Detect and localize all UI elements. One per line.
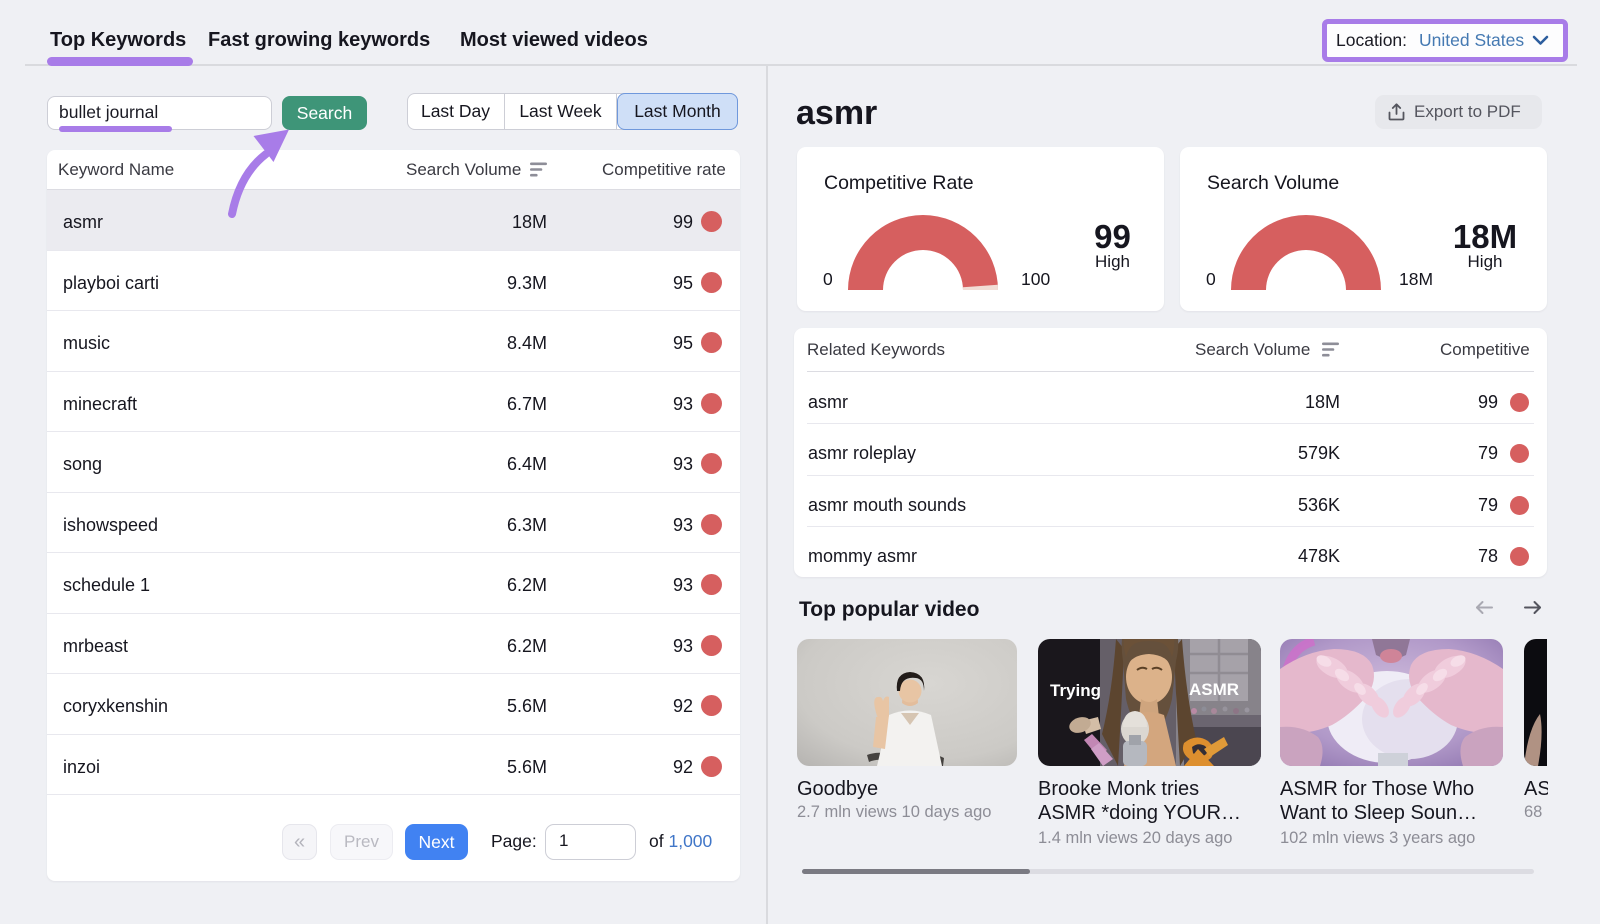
svg-text:Trying: Trying [1050,681,1101,700]
svg-text:ASMR: ASMR [1189,680,1239,699]
